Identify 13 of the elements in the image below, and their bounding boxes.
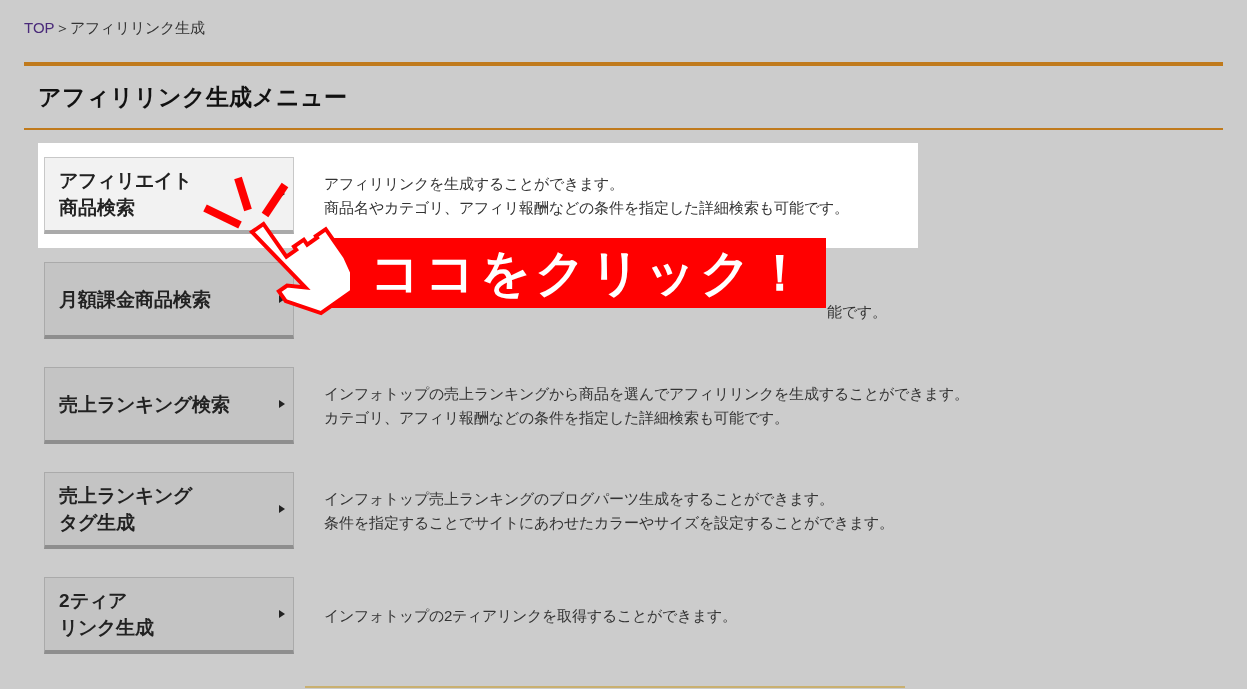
breadcrumb-link[interactable]: TOP [24, 16, 55, 40]
menu-button[interactable]: 月額課金商品検索 [44, 262, 294, 339]
menu-button[interactable]: 売上ランキング検索 [44, 367, 294, 444]
menu-button[interactable]: 売上ランキング タグ生成 [44, 472, 294, 549]
page-heading: アフィリリンク生成メニュー [37, 82, 348, 112]
menu-description: インフォトップの売上ランキングから商品を選んでアフィリリンクを生成することができます。 カテゴリ、アフィリ報酬などの条件を指定した詳細検索も可能です。 [324, 383, 969, 428]
menu-description: アフィリリンクを生成することができます。 商品名やカテゴリ、アフィリ報酬などの条件を指定した詳細検索も可能です。 [324, 173, 849, 218]
menu-description: インフォトップの2ティアリンクを取得することができます。 [324, 605, 738, 626]
menu-button[interactable]: 2ティア リンク生成 [44, 577, 294, 654]
menu-description: インフォトップ売上ランキングのブログパーツ生成をすることができます。 条件を指定することでサイトにあわせたカラーやサイズを設定することができます。 [324, 488, 894, 533]
breadcrumb-current: アフィリリンク生成 [69, 17, 205, 38]
breadcrumb-separator: ＞ [54, 17, 70, 38]
menu-description: 能です。 [827, 301, 887, 322]
